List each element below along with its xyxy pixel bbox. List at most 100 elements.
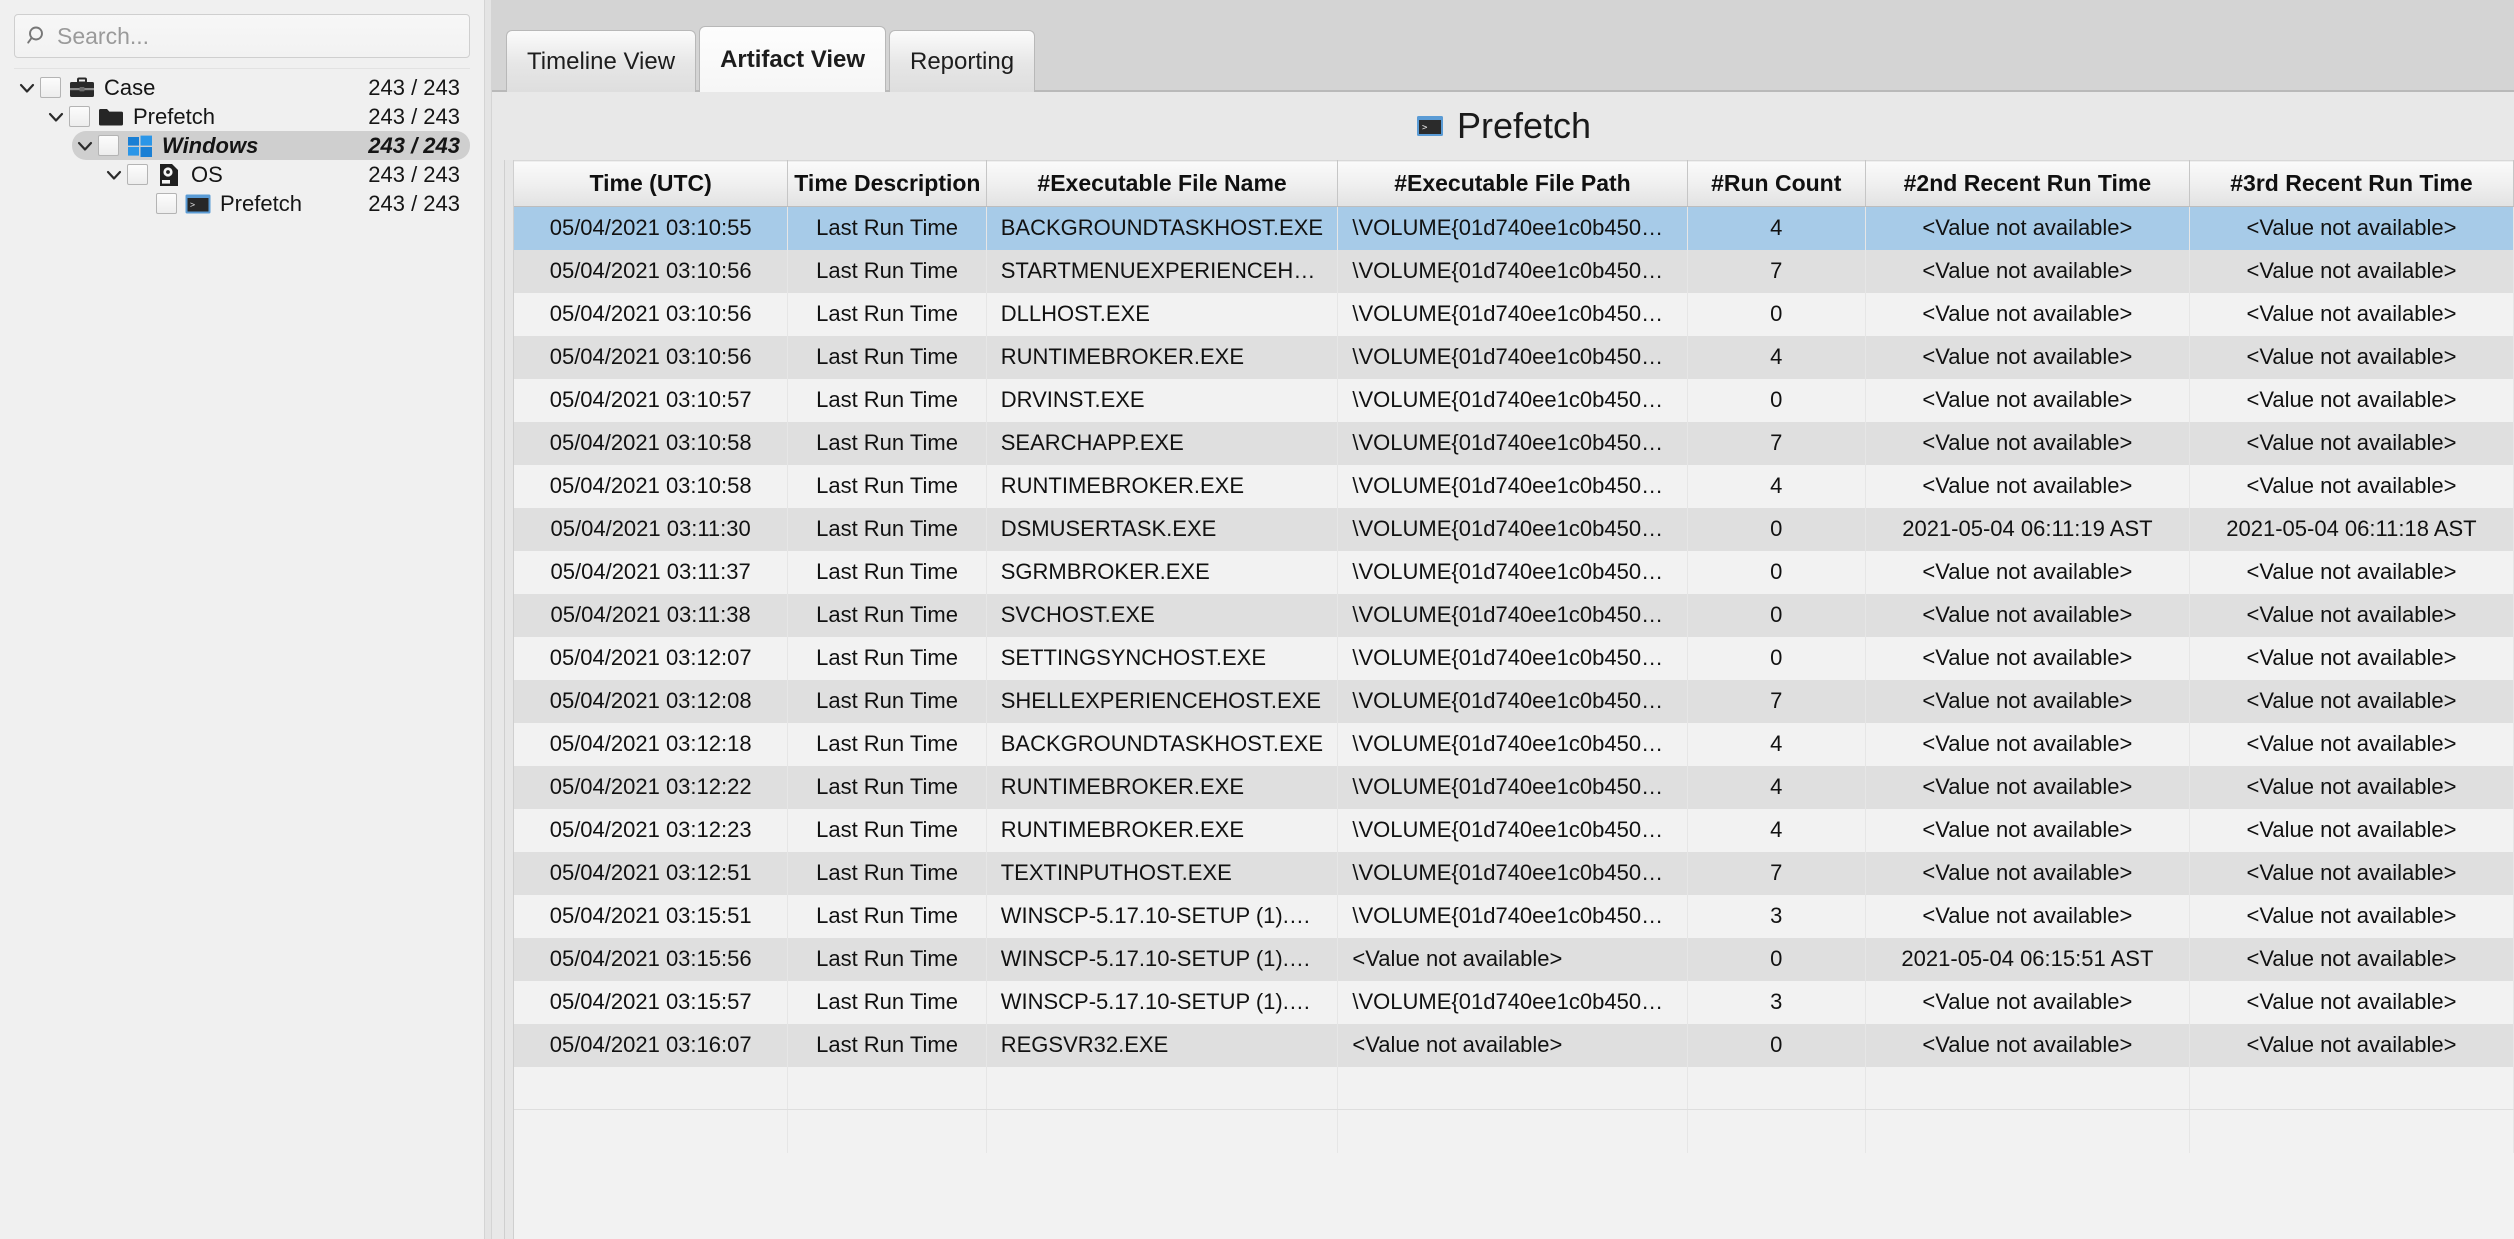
cell-r3: <Value not available>: [2189, 765, 2514, 809]
cell-r3: <Value not available>: [2189, 550, 2514, 594]
tree-item-label: Windows: [162, 132, 259, 158]
tree-item-os-3[interactable]: OS 243 / 243: [101, 160, 470, 189]
cell-time: 05/04/2021 03:10:56: [514, 335, 789, 379]
tree-item-checkbox[interactable]: [40, 77, 61, 98]
cell-name: RUNTIMEBROKER.EXE: [986, 335, 1339, 379]
filler-cell: [787, 1066, 987, 1110]
table-row[interactable]: 05/04/2021 03:15:51 Last Run Time WINSCP-5…: [514, 894, 2514, 938]
cell-path: \VOLUME{01d740ee1c0b450d-...: [1337, 636, 1688, 680]
cell-r2: <Value not available>: [1865, 1023, 2190, 1067]
cell-count: 0: [1687, 292, 1866, 336]
tab-artifact-view[interactable]: Artifact View: [699, 26, 886, 92]
cell-count: 0: [1687, 378, 1866, 422]
tree-item-case-0[interactable]: Case 243 / 243: [14, 73, 470, 102]
cell-time: 05/04/2021 03:11:37: [514, 550, 789, 594]
cell-time: 05/04/2021 03:10:58: [514, 464, 789, 508]
cell-path: \VOLUME{01d740ee1c0b450d-...: [1337, 808, 1688, 852]
filler-cell: [1337, 1109, 1688, 1153]
filler-cell: [787, 1109, 987, 1153]
cell-path: \VOLUME{01d740ee1c0b450d-...: [1337, 378, 1688, 422]
cell-count: 0: [1687, 550, 1866, 594]
cell-count: 4: [1687, 206, 1866, 250]
cell-path: \VOLUME{01d740ee1c0b450d-...: [1337, 765, 1688, 809]
windows-icon: [127, 133, 153, 159]
table-row[interactable]: 05/04/2021 03:12:08 Last Run Time SHELLEXP…: [514, 679, 2514, 723]
table-row[interactable]: 05/04/2021 03:10:56 Last Run Time RUNTIMEB…: [514, 335, 2514, 379]
cell-count: 0: [1687, 1023, 1866, 1067]
cell-time: 05/04/2021 03:12:51: [514, 851, 789, 895]
cell-desc: Last Run Time: [787, 808, 987, 852]
table-row[interactable]: 05/04/2021 03:15:56 Last Run Time WINSCP-5…: [514, 937, 2514, 981]
column-header-0[interactable]: Time (UTC): [514, 160, 789, 207]
filler-cell: [1687, 1066, 1866, 1110]
chevron-down-icon[interactable]: [43, 104, 69, 130]
tree-item-checkbox[interactable]: [98, 135, 119, 156]
cell-name: RUNTIMEBROKER.EXE: [986, 765, 1339, 809]
column-header-5[interactable]: #2nd Recent Run Time: [1865, 160, 2190, 207]
svg-text:>: >: [1422, 123, 1428, 133]
table-row[interactable]: 05/04/2021 03:10:56 Last Run Time DLLHOST.…: [514, 292, 2514, 336]
cell-count: 3: [1687, 894, 1866, 938]
cell-r2: 2021-05-04 06:15:51 AST: [1865, 937, 2190, 981]
chevron-down-icon[interactable]: [14, 75, 40, 101]
cell-count: 4: [1687, 808, 1866, 852]
tree-item-checkbox[interactable]: [69, 106, 90, 127]
cell-time: 05/04/2021 03:12:22: [514, 765, 789, 809]
search-box[interactable]: [14, 14, 470, 58]
table-row[interactable]: 05/04/2021 03:11:30 Last Run Time DSMUSERT…: [514, 507, 2514, 551]
table-row[interactable]: 05/04/2021 03:11:37 Last Run Time SGRMBROK…: [514, 550, 2514, 594]
cell-name: RUNTIMEBROKER.EXE: [986, 464, 1339, 508]
tree-item-checkbox[interactable]: [156, 193, 177, 214]
table-row[interactable]: 05/04/2021 03:15:57 Last Run Time WINSCP-5…: [514, 980, 2514, 1024]
tree-item-prefetch-4[interactable]: > Prefetch 243 / 243: [130, 189, 470, 218]
cell-r3: <Value not available>: [2189, 894, 2514, 938]
cell-time: 05/04/2021 03:10:56: [514, 292, 789, 336]
cell-count: 0: [1687, 636, 1866, 680]
cell-name: STARTMENUEXPERIENCEHOST...: [986, 249, 1339, 293]
tab-timeline-view[interactable]: Timeline View: [506, 30, 697, 92]
table-row[interactable]: 05/04/2021 03:10:58 Last Run Time RUNTIMEB…: [514, 464, 2514, 508]
view-tabstrip: Timeline View Artifact View Reporting: [492, 0, 2514, 92]
cell-r3: <Value not available>: [2189, 722, 2514, 766]
column-header-1[interactable]: Time Description: [787, 160, 987, 207]
table-row[interactable]: 05/04/2021 03:12:23 Last Run Time RUNTIMEB…: [514, 808, 2514, 852]
table-filler-row: [514, 1109, 2514, 1153]
cell-r2: <Value not available>: [1865, 335, 2190, 379]
tree-item-checkbox[interactable]: [127, 164, 148, 185]
table-row[interactable]: 05/04/2021 03:12:51 Last Run Time TEXTINPU…: [514, 851, 2514, 895]
table-row[interactable]: 05/04/2021 03:16:07 Last Run Time REGSVR32…: [514, 1023, 2514, 1067]
cell-count: 4: [1687, 335, 1866, 379]
cell-path: \VOLUME{01d740ee1c0b450d-...: [1337, 335, 1688, 379]
cell-path: \VOLUME{01d740ee1c0b450d-...: [1337, 464, 1688, 508]
tab-reporting[interactable]: Reporting: [889, 30, 1036, 92]
folder-icon: [98, 104, 124, 130]
search-input[interactable]: [57, 22, 459, 50]
column-header-3[interactable]: #Executable File Path: [1337, 160, 1688, 207]
cell-desc: Last Run Time: [787, 464, 987, 508]
cell-desc: Last Run Time: [787, 765, 987, 809]
column-header-6[interactable]: #3rd Recent Run Time: [2189, 160, 2514, 207]
tree-item-prefetch-1[interactable]: Prefetch 243 / 243: [43, 102, 470, 131]
table-row[interactable]: 05/04/2021 03:12:18 Last Run Time BACKGROU…: [514, 722, 2514, 766]
column-header-4[interactable]: #Run Count: [1687, 160, 1866, 207]
cell-r2: <Value not available>: [1865, 206, 2190, 250]
chevron-down-icon[interactable]: [101, 162, 127, 188]
table-row[interactable]: 05/04/2021 03:11:38 Last Run Time SVCHOST.…: [514, 593, 2514, 637]
tree-item-windows-2[interactable]: Windows 243 / 243: [72, 131, 470, 160]
page-title: > Prefetch: [492, 92, 2514, 160]
cell-count: 3: [1687, 980, 1866, 1024]
cell-name: REGSVR32.EXE: [986, 1023, 1339, 1067]
chevron-down-icon[interactable]: [72, 133, 98, 159]
cell-r2: 2021-05-04 06:11:19 AST: [1865, 507, 2190, 551]
panel-splitter[interactable]: [484, 0, 492, 1239]
table-row[interactable]: 05/04/2021 03:12:07 Last Run Time SETTINGS…: [514, 636, 2514, 680]
cell-count: 7: [1687, 421, 1866, 465]
table-row[interactable]: 05/04/2021 03:10:57 Last Run Time DRVINST.…: [514, 378, 2514, 422]
table-row[interactable]: 05/04/2021 03:10:55 Last Run Time BACKGROU…: [514, 206, 2514, 250]
table-row[interactable]: 05/04/2021 03:10:58 Last Run Time SEARCHAP…: [514, 421, 2514, 465]
cell-count: 0: [1687, 593, 1866, 637]
table-row[interactable]: 05/04/2021 03:10:56 Last Run Time STARTMEN…: [514, 249, 2514, 293]
cell-time: 05/04/2021 03:12:18: [514, 722, 789, 766]
column-header-2[interactable]: #Executable File Name: [986, 160, 1339, 207]
table-row[interactable]: 05/04/2021 03:12:22 Last Run Time RUNTIMEB…: [514, 765, 2514, 809]
